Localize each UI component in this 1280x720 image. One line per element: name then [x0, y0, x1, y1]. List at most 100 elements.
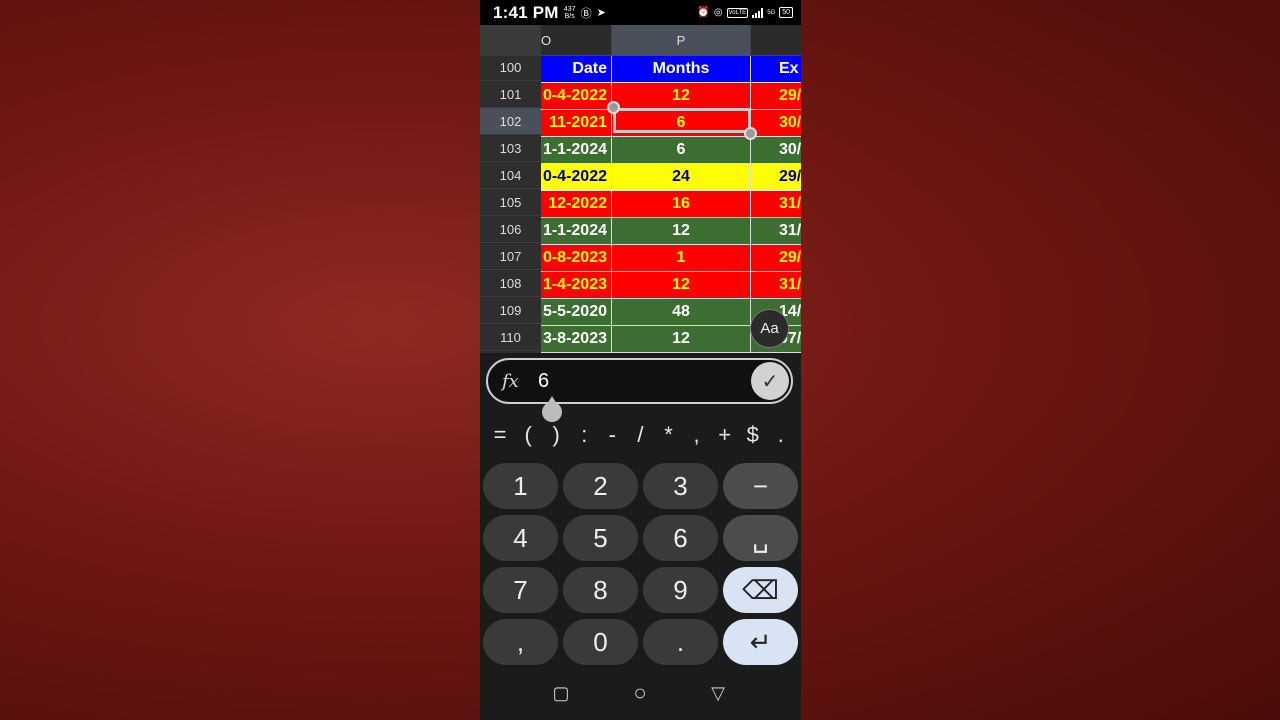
selection-handle-start[interactable] [607, 101, 620, 114]
cell-months[interactable]: 12 [612, 83, 751, 110]
table-row: 1-1-2024 12 31/ [541, 218, 801, 245]
symbol-key[interactable]: * [656, 422, 682, 448]
cell-months[interactable]: 12 [612, 272, 751, 299]
cell-months[interactable]: 24 [612, 164, 751, 191]
symbol-key[interactable]: ( [515, 422, 541, 448]
key-6[interactable]: 6 [643, 515, 718, 561]
row-header-105[interactable]: 105 [480, 189, 541, 216]
selection-handle-end[interactable] [744, 127, 757, 140]
symbol-key[interactable]: + [712, 422, 738, 448]
cell-date[interactable]: 5-5-2020 [541, 299, 612, 326]
cell-months[interactable]: 6 [612, 137, 751, 164]
volte-badge: VoLTE [726, 7, 749, 18]
row-header-101[interactable]: 101 [480, 81, 541, 108]
row-header-104[interactable]: 104 [480, 162, 541, 189]
cell-date[interactable]: 1-4-2023 [541, 272, 612, 299]
key-7[interactable]: 7 [483, 567, 558, 613]
cell-months[interactable]: 48 [612, 299, 751, 326]
row-header-108[interactable]: 108 [480, 270, 541, 297]
row-header-107[interactable]: 107 [480, 243, 541, 270]
row-header-109[interactable]: 109 [480, 297, 541, 324]
key-4[interactable]: 4 [483, 515, 558, 561]
cell-months[interactable]: 6 [612, 110, 751, 137]
table-row: 0-4-2022 24 29/ [541, 164, 801, 191]
minus-key[interactable]: − [723, 463, 798, 509]
spreadsheet-grid[interactable]: O P 100 101 102 103 104 105 106 107 108 109 110 Da… [480, 25, 801, 353]
row-header-102[interactable]: 102 [480, 108, 541, 135]
status-right: ⏰ ◎ VoLTE 5G 50 [697, 7, 793, 18]
symbol-key[interactable]: : [571, 422, 597, 448]
cell-date[interactable]: 0-4-2022 [541, 83, 612, 110]
text-format-label: Aa [760, 320, 779, 337]
home-icon: ○ [633, 680, 647, 705]
cell-exp[interactable]: 30/ [751, 110, 801, 137]
row-header-100[interactable]: 100 [480, 54, 541, 81]
symbol-key[interactable]: , [684, 422, 710, 448]
select-all-corner[interactable] [480, 25, 541, 56]
cell-date[interactable]: 3-8-2023 [541, 326, 612, 353]
cell-date[interactable]: Date [541, 56, 612, 83]
row-header-column: 100 101 102 103 104 105 106 107 108 109 110 [480, 56, 541, 353]
cell-date[interactable]: 0-8-2023 [541, 245, 612, 272]
battery-level: 50 [782, 9, 790, 16]
cell-months[interactable]: 12 [612, 326, 751, 353]
symbol-key[interactable]: ) [543, 422, 569, 448]
cell-exp[interactable]: 31/ [751, 218, 801, 245]
cell-months[interactable]: Months [612, 56, 751, 83]
back-button[interactable]: ▽ [707, 682, 729, 704]
column-header-o[interactable]: O [541, 25, 612, 56]
space-key[interactable]: ␣ [723, 515, 798, 561]
symbol-key[interactable]: . [768, 422, 794, 448]
text-format-button[interactable]: Aa [750, 309, 789, 348]
enter-key[interactable]: ↵ [723, 619, 798, 665]
hotspot-icon: ◎ [713, 7, 723, 18]
key-3[interactable]: 3 [643, 463, 718, 509]
key-9[interactable]: 9 [643, 567, 718, 613]
symbol-key[interactable]: = [487, 422, 513, 448]
network-type: 5G [767, 9, 776, 16]
formula-input[interactable]: 6 [538, 370, 738, 393]
cell-exp[interactable]: Ex [751, 56, 801, 83]
cell-exp[interactable]: 31/ [751, 191, 801, 218]
symbol-key[interactable]: - [599, 422, 625, 448]
cell-exp[interactable]: 29/ [751, 164, 801, 191]
decimal-key[interactable]: . [643, 619, 718, 665]
cell-exp[interactable]: 30/ [751, 137, 801, 164]
cell-exp[interactable]: 31/ [751, 272, 801, 299]
formula-bar[interactable]: fx 6 ✓ [486, 358, 793, 404]
signal-icon [752, 7, 764, 18]
comma-key[interactable]: , [483, 619, 558, 665]
row-header-103[interactable]: 103 [480, 135, 541, 162]
home-button[interactable]: ○ [629, 680, 651, 705]
cell-exp[interactable]: 29/ [751, 83, 801, 110]
row-header-110[interactable]: 110 [480, 324, 541, 351]
cell-exp[interactable]: 29/ [751, 245, 801, 272]
telegram-icon: ➤ [596, 7, 606, 19]
cell-date[interactable]: 1-1-2024 [541, 218, 612, 245]
key-1[interactable]: 1 [483, 463, 558, 509]
symbol-key[interactable]: / [627, 422, 653, 448]
key-2[interactable]: 2 [563, 463, 638, 509]
column-header-q[interactable] [751, 25, 801, 56]
cell-months[interactable]: 16 [612, 191, 751, 218]
fx-icon: fx [502, 370, 519, 392]
cell-date[interactable]: 1-1-2024 [541, 137, 612, 164]
key-5[interactable]: 5 [563, 515, 638, 561]
cell-months[interactable]: 1 [612, 245, 751, 272]
cell-area[interactable]: Date Months Ex 0-4-2022 12 29/11-2021 6 30/1-1-… [541, 56, 801, 353]
row-header-106[interactable]: 106 [480, 216, 541, 243]
cell-date[interactable]: 11-2021 [541, 110, 612, 137]
recents-button[interactable]: ▢ [550, 682, 572, 704]
cell-date[interactable]: 12-2022 [541, 191, 612, 218]
net-speed: 437 B/s [564, 6, 576, 20]
key-8[interactable]: 8 [563, 567, 638, 613]
backspace-key[interactable]: ⌫ [723, 567, 798, 613]
cell-months[interactable]: 12 [612, 218, 751, 245]
confirm-button[interactable]: ✓ [751, 362, 789, 400]
column-header-p-label: P [676, 33, 686, 48]
column-header-p[interactable]: P [612, 25, 751, 56]
cell-date[interactable]: 0-4-2022 [541, 164, 612, 191]
symbol-key[interactable]: $ [740, 422, 766, 448]
recents-icon: ▢ [552, 682, 570, 703]
key-0[interactable]: 0 [563, 619, 638, 665]
